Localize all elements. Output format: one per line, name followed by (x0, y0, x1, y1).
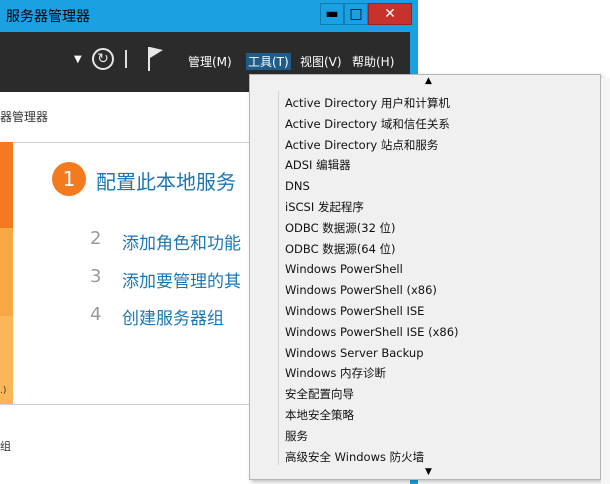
menu-item[interactable]: Active Directory 站点和服务 (285, 135, 438, 155)
step-4-link[interactable]: 创建服务器组 (122, 304, 224, 329)
close-button[interactable]: ✕ (368, 3, 412, 25)
menu-gutter-line (278, 91, 279, 465)
scroll-up-icon[interactable]: ▲ (425, 76, 432, 86)
tile-label: .) (0, 386, 7, 396)
minimize-button[interactable]: ▬ (320, 3, 344, 25)
menu-item[interactable]: iSCSI 发起程序 (285, 197, 364, 217)
menu-item[interactable]: 高级安全 Windows 防火墙 (285, 447, 424, 467)
menu-item[interactable]: ODBC 数据源(64 位) (285, 239, 396, 259)
menu-item[interactable]: 服务 (285, 426, 308, 446)
tile-quick-start[interactable] (0, 142, 13, 228)
step-2-link[interactable]: 添加角色和功能 (122, 229, 241, 254)
step-1-link[interactable]: 配置此本地服务 (96, 166, 236, 195)
menu-view[interactable]: 视图(V) (300, 53, 342, 70)
menu-item[interactable]: 本地安全策略 (285, 405, 354, 425)
menu-item[interactable]: Windows PowerShell (x86) (285, 280, 437, 300)
window-title: 服务器管理器 (6, 9, 90, 25)
chevron-down-icon[interactable]: ▼ (74, 54, 82, 65)
refresh-icon[interactable]: ↻ (92, 48, 114, 70)
step-3-link[interactable]: 添加要管理的其 (122, 267, 241, 292)
menu-manage[interactable]: 管理(M) (188, 53, 232, 70)
menu-item[interactable]: Active Directory 域和信任关系 (285, 114, 450, 134)
menu-shadow (601, 78, 610, 484)
step-1-badge: 1 (52, 162, 86, 196)
menu-item[interactable]: Windows PowerShell (285, 259, 403, 279)
menu-item[interactable]: Windows PowerShell ISE (285, 301, 424, 321)
menu-tools[interactable]: 工具(T) (246, 53, 291, 70)
section-divider (0, 404, 249, 405)
step-3-number: 3 (90, 266, 102, 287)
scroll-down-icon[interactable]: ▼ (425, 467, 432, 477)
tools-dropdown-menu: ▲ Active Directory 用户和计算机 Active Director… (249, 74, 601, 480)
menu-item[interactable]: Active Directory 用户和计算机 (285, 93, 450, 113)
bottom-section-label: 组 (0, 440, 11, 453)
dashboard-title: 器管理器 (0, 110, 49, 124)
menu-item[interactable]: DNS (285, 176, 310, 196)
title-bar[interactable]: 服务器管理器 ▬ □ ✕ (0, 0, 418, 32)
menu-item[interactable]: ODBC 数据源(32 位) (285, 218, 396, 238)
menu-item[interactable]: Windows PowerShell ISE (x86) (285, 322, 459, 342)
step-4-number: 4 (90, 304, 102, 325)
tile-whats-new[interactable] (0, 228, 13, 316)
step-2-number: 2 (90, 228, 102, 249)
menu-item[interactable]: 安全配置向导 (285, 384, 354, 404)
toolbar-separator (125, 50, 127, 68)
menu-help[interactable]: 帮助(H) (352, 53, 394, 70)
menu-item[interactable]: ADSI 编辑器 (285, 155, 351, 175)
flag-icon[interactable] (146, 46, 164, 72)
menu-item[interactable]: Windows Server Backup (285, 343, 424, 363)
maximize-button[interactable]: □ (344, 3, 368, 25)
menu-item[interactable]: Windows 内存诊断 (285, 363, 386, 383)
